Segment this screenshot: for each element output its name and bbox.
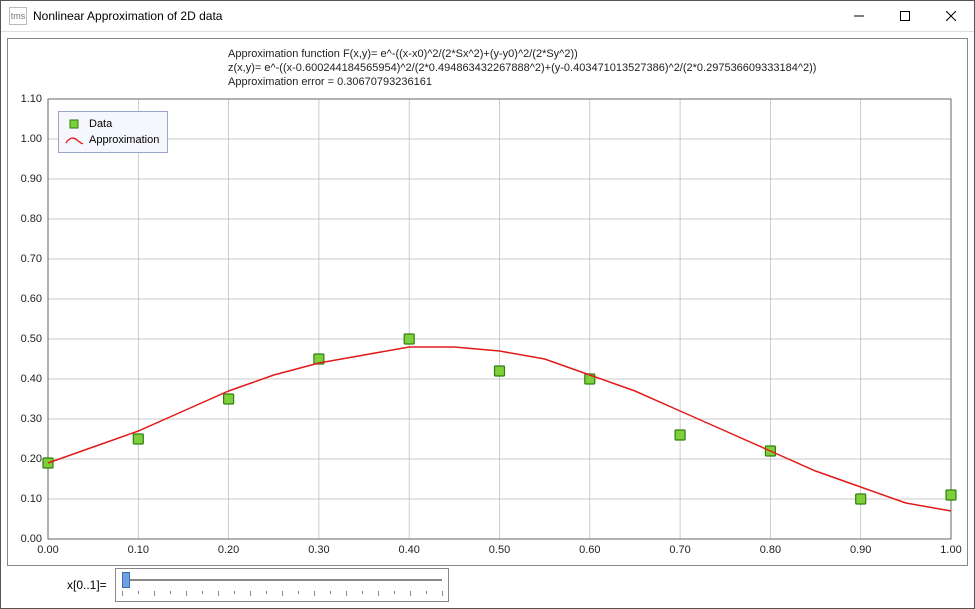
data-point xyxy=(224,394,234,404)
data-point xyxy=(495,366,505,376)
close-icon xyxy=(946,11,956,21)
svg-text:0.30: 0.30 xyxy=(308,544,329,556)
svg-text:0.60: 0.60 xyxy=(21,293,42,305)
data-point xyxy=(133,434,143,444)
data-point xyxy=(946,490,956,500)
legend-label-data: Data xyxy=(89,116,112,132)
minimize-icon xyxy=(854,11,864,21)
app-window: tms Nonlinear Approximation of 2D data 0… xyxy=(0,0,975,609)
svg-text:0.90: 0.90 xyxy=(850,544,871,556)
legend-label-approximation: Approximation xyxy=(89,132,159,148)
svg-text:0.20: 0.20 xyxy=(218,544,239,556)
svg-text:0.10: 0.10 xyxy=(21,493,42,505)
data-point xyxy=(675,430,685,440)
slider-row: x[0..1]= xyxy=(7,566,968,602)
maximize-icon xyxy=(900,11,910,21)
data-point xyxy=(404,334,414,344)
svg-text:0.00: 0.00 xyxy=(37,544,58,556)
annotation-line-3: Approximation error = 0.30670793236161 xyxy=(228,75,816,89)
window-title: Nonlinear Approximation of 2D data xyxy=(33,9,836,23)
svg-text:0.80: 0.80 xyxy=(760,544,781,556)
client-area: 0.00 0.10 0.20 0.30 0.40 0.50 0.60 0.70 0.80 0.90… xyxy=(1,32,974,608)
svg-text:1.00: 1.00 xyxy=(940,544,961,556)
data-point xyxy=(856,494,866,504)
svg-text:0.10: 0.10 xyxy=(128,544,149,556)
svg-text:0.40: 0.40 xyxy=(398,544,419,556)
svg-text:0.50: 0.50 xyxy=(21,333,42,345)
legend-swatch-data-icon xyxy=(65,118,83,130)
legend-item-approximation[interactable]: Approximation xyxy=(65,132,159,148)
svg-text:0.90: 0.90 xyxy=(21,173,42,185)
svg-text:0.00: 0.00 xyxy=(21,533,42,545)
minimize-button[interactable] xyxy=(836,1,882,31)
slider-label: x[0..1]= xyxy=(67,578,107,592)
annotation-line-2: z(x,y)= e^-((x-0.600244184565954)^2/(2*0… xyxy=(228,61,816,75)
window-controls xyxy=(836,1,974,31)
maximize-button[interactable] xyxy=(882,1,928,31)
titlebar[interactable]: tms Nonlinear Approximation of 2D data xyxy=(1,1,974,32)
svg-text:1.10: 1.10 xyxy=(21,93,42,105)
slider-container xyxy=(115,568,449,602)
svg-text:0.40: 0.40 xyxy=(21,373,42,385)
annotation-line-1: Approximation function F(x,y)= e^-((x-x0… xyxy=(228,47,816,61)
svg-text:0.30: 0.30 xyxy=(21,413,42,425)
svg-text:0.60: 0.60 xyxy=(579,544,600,556)
svg-text:0.70: 0.70 xyxy=(21,253,42,265)
svg-text:0.70: 0.70 xyxy=(669,544,690,556)
svg-text:1.00: 1.00 xyxy=(21,133,42,145)
close-button[interactable] xyxy=(928,1,974,31)
app-icon: tms xyxy=(9,7,27,25)
chart-annotation: Approximation function F(x,y)= e^-((x-x0… xyxy=(228,47,816,89)
x-slider[interactable] xyxy=(122,571,442,589)
chart-legend[interactable]: Data Approximation xyxy=(58,111,168,153)
svg-text:0.50: 0.50 xyxy=(489,544,510,556)
chart-frame: 0.00 0.10 0.20 0.30 0.40 0.50 0.60 0.70 0.80 0.90… xyxy=(7,38,968,566)
slider-ticks xyxy=(122,591,442,597)
legend-swatch-line-icon xyxy=(65,134,83,146)
svg-text:0.80: 0.80 xyxy=(21,213,42,225)
legend-item-data[interactable]: Data xyxy=(65,116,159,132)
svg-text:0.20: 0.20 xyxy=(21,453,42,465)
